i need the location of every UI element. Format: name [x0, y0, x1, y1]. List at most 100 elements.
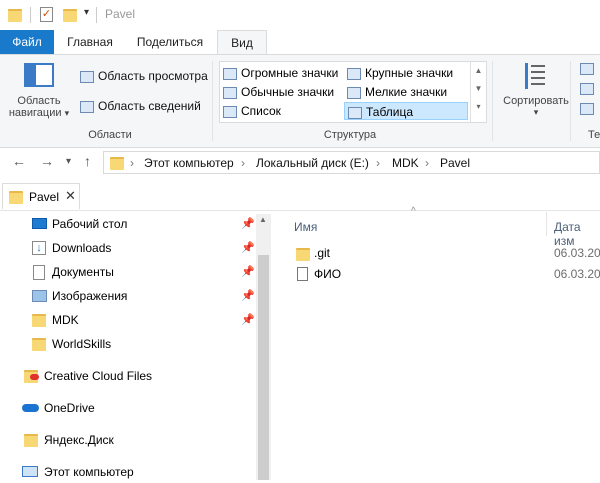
huge-icons-icon	[223, 67, 237, 80]
breadcrumb-local-disk[interactable]: Локальный диск (E:)	[256, 156, 369, 170]
pin-icon[interactable]: 📌	[241, 313, 255, 326]
layout-normal-icons[interactable]: Обычные значки	[223, 83, 334, 101]
layout-table[interactable]: Таблица	[344, 102, 468, 120]
file-date: 06.03.202	[554, 267, 600, 281]
back-arrow-icon[interactable]: ←	[12, 153, 26, 169]
gallery-scroll[interactable]: ▲ ▼ ▾	[470, 62, 486, 122]
ribbon-view: Область навигации ▾ Область просмотра Об…	[0, 54, 600, 148]
chevron-right-icon[interactable]: ›	[376, 156, 380, 170]
window-title: Pavel	[105, 7, 136, 21]
navigation-pane-button[interactable]: Область навигации ▾	[8, 95, 70, 119]
pin-icon[interactable]: 📌	[241, 265, 255, 278]
nav-item-desktop[interactable]: Рабочий стол	[32, 213, 127, 235]
small-icons-icon	[347, 86, 361, 99]
divider	[492, 61, 493, 141]
column-header-name[interactable]: Имя	[294, 220, 317, 234]
tab-home[interactable]: Главная	[58, 30, 122, 54]
group-current-view-label: Те	[588, 129, 600, 141]
preview-pane-icon	[80, 70, 94, 83]
group-panes-label: Области	[88, 129, 132, 141]
nav-item-mdk[interactable]: MDK	[32, 309, 79, 331]
yandex-disk-icon	[24, 434, 38, 447]
tab-file[interactable]: Файл	[0, 30, 54, 54]
folder-tab-label: Pavel	[29, 190, 60, 204]
breadcrumb-this-pc[interactable]: Этот компьютер	[144, 156, 234, 170]
computer-icon	[22, 466, 38, 477]
large-icons-icon	[347, 67, 361, 80]
sort-icon[interactable]	[521, 61, 549, 91]
table-icon	[348, 106, 362, 119]
navigation-pane-icon[interactable]	[24, 63, 54, 87]
layout-large-icons[interactable]: Крупные значки	[347, 64, 453, 82]
file-row[interactable]: ФИО 06.03.202	[294, 264, 600, 284]
new-folder-icon[interactable]	[63, 9, 77, 22]
divider	[212, 61, 213, 141]
file-icon	[297, 267, 308, 281]
folder-icon	[8, 9, 22, 22]
documents-icon	[33, 265, 45, 280]
file-name: ФИО	[314, 267, 342, 281]
cloud-icon	[22, 404, 39, 412]
pictures-icon	[32, 290, 47, 302]
add-columns-icon[interactable]	[580, 83, 594, 95]
nav-item-worldskills[interactable]: WorldSkills	[32, 333, 111, 355]
group-by-icon[interactable]	[580, 63, 594, 75]
chevron-right-icon[interactable]: ›	[241, 156, 245, 170]
details-pane-button[interactable]: Область сведений	[80, 99, 201, 113]
close-icon[interactable]: ✕	[65, 188, 76, 204]
folder-tab[interactable]: Pavel ✕	[2, 183, 80, 209]
list-icon	[223, 105, 237, 118]
folder-icon	[32, 338, 46, 351]
file-row[interactable]: .git 06.03.202	[294, 243, 600, 263]
divider	[30, 7, 31, 23]
layout-huge-icons[interactable]: Огромные значки	[223, 64, 338, 82]
forward-arrow-icon[interactable]: →	[40, 153, 54, 169]
folder-icon	[32, 314, 46, 327]
group-structure-label: Структура	[323, 129, 377, 141]
nav-scrollbar-thumb[interactable]	[258, 255, 269, 480]
breadcrumb-pavel[interactable]: Pavel	[440, 156, 470, 170]
customize-qat-icon[interactable]: ▾	[84, 7, 89, 18]
scroll-up-icon[interactable]: ▲	[259, 215, 267, 224]
folder-icon	[296, 248, 310, 261]
details-pane-icon	[80, 100, 94, 113]
pin-icon[interactable]: 📌	[241, 289, 255, 302]
download-icon: ↓	[32, 241, 46, 255]
divider	[96, 7, 97, 23]
tab-share[interactable]: Поделиться	[128, 30, 212, 54]
recent-locations-chevron-icon[interactable]: ▾	[66, 156, 71, 167]
layout-gallery: Огромные значки Крупные значки Обычные з…	[219, 61, 487, 123]
nav-item-creative-cloud[interactable]: Creative Cloud Files	[24, 365, 152, 387]
desktop-icon	[32, 218, 47, 229]
size-columns-icon[interactable]	[580, 103, 594, 115]
preview-pane-button[interactable]: Область просмотра	[80, 69, 208, 83]
nav-item-downloads[interactable]: ↓ Downloads	[32, 237, 111, 259]
folder-tab-strip: Pavel ✕	[0, 180, 600, 211]
breadcrumb-mdk[interactable]: MDK	[392, 156, 419, 170]
pin-icon[interactable]: 📌	[241, 241, 255, 254]
nav-item-documents[interactable]: Документы	[32, 261, 114, 283]
nav-item-onedrive[interactable]: OneDrive	[22, 397, 95, 419]
layout-small-icons[interactable]: Мелкие значки	[347, 83, 447, 101]
nav-item-yandex-disk[interactable]: Яндекс.Диск	[24, 429, 114, 451]
normal-icons-icon	[223, 86, 237, 99]
layout-list[interactable]: Список	[223, 102, 281, 120]
file-date: 06.03.202	[554, 246, 600, 260]
folder-icon	[9, 191, 23, 204]
title-bar: ✓ ▾ Pavel	[0, 0, 600, 30]
sort-ascending-icon: ^	[411, 206, 416, 217]
sort-button[interactable]: Сортировать ▾	[498, 95, 574, 118]
folder-icon	[110, 157, 124, 170]
up-arrow-icon[interactable]: ↑	[84, 153, 91, 169]
pin-icon[interactable]: 📌	[241, 217, 255, 230]
nav-item-pictures[interactable]: Изображения	[32, 285, 127, 307]
address-bar[interactable]: › Этот компьютер › Локальный диск (E:) ›…	[103, 151, 600, 174]
tab-view[interactable]: Вид	[217, 30, 267, 55]
chevron-right-icon[interactable]: ›	[425, 156, 429, 170]
properties-icon[interactable]: ✓	[40, 7, 53, 22]
column-divider[interactable]	[546, 212, 547, 236]
divider	[570, 61, 571, 141]
chevron-right-icon[interactable]: ›	[130, 156, 134, 170]
creative-cloud-icon	[30, 374, 39, 380]
ribbon-tabs: Файл Главная Поделиться Вид	[0, 30, 600, 55]
